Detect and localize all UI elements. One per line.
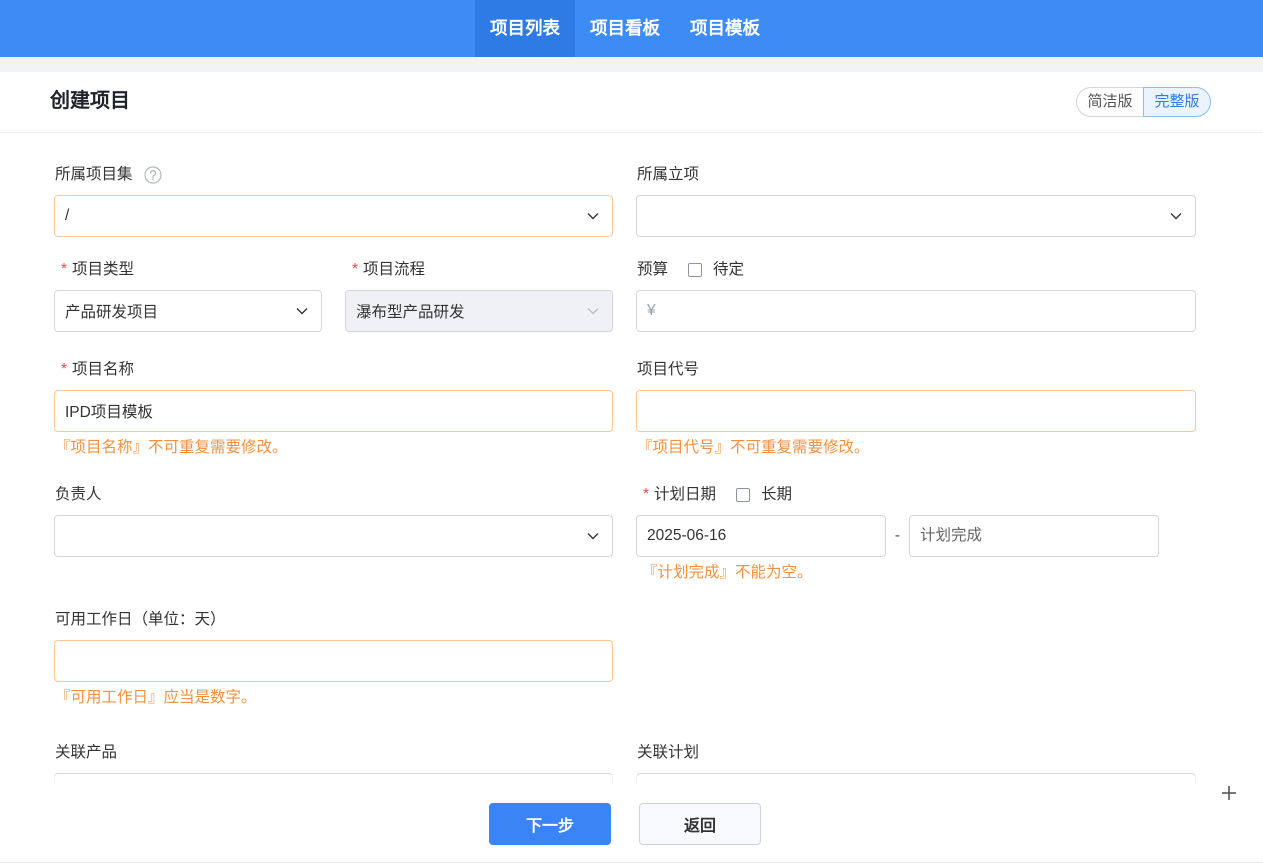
plan-dates-label-row: * 计划日期 长期 <box>636 486 1159 504</box>
field-owner: 负责人 <box>54 486 613 557</box>
budget-input-group: ¥ <box>636 290 1196 332</box>
project-name-input[interactable] <box>54 390 613 432</box>
question-circle-icon <box>143 166 162 184</box>
charter-select[interactable] <box>636 195 1196 237</box>
field-charter: 所属立项 <box>636 166 1196 237</box>
chevron-down-icon <box>1170 213 1182 220</box>
workflow-value: 瀑布型产品研发 <box>356 304 465 321</box>
budget-label: 预算 <box>637 261 669 278</box>
program-label-row: 所属项目集 <box>54 166 613 184</box>
field-plan-dates: * 计划日期 长期 - 『计划完成』不能为空。 <box>636 486 1159 582</box>
field-program: 所属项目集 / <box>54 166 613 237</box>
program-label: 所属项目集 <box>55 166 133 183</box>
page-title: 创建项目 <box>50 90 130 112</box>
workdays-error: 『可用工作日』应当是数字。 <box>55 689 257 706</box>
charter-label: 所属立项 <box>637 166 700 183</box>
plan-dates-error: 『计划完成』不能为空。 <box>642 564 813 581</box>
workdays-label: 可用工作日（单位：天） <box>55 611 226 628</box>
plus-icon-glyph <box>1222 786 1236 800</box>
field-project-code: 项目代号 『项目代号』不可重复需要修改。 <box>636 361 1196 457</box>
card-header: 创建项目 简洁版 完整版 <box>0 72 1263 133</box>
code-label-row: 项目代号 <box>636 361 1196 379</box>
plus-icon[interactable] <box>1220 784 1238 802</box>
project-code-input[interactable] <box>636 390 1196 432</box>
field-workflow: * 项目流程 瀑布型产品研发 <box>345 261 613 332</box>
code-label: 项目代号 <box>637 361 700 378</box>
footer-divider <box>0 862 1263 863</box>
mode-toggle: 简洁版 完整版 <box>1076 87 1211 117</box>
next-step-button[interactable]: 下一步 <box>489 803 611 845</box>
project-code-error: 『项目代号』不可重复需要修改。 <box>637 439 870 456</box>
date-range: - <box>636 515 1159 557</box>
begin-date-input[interactable] <box>636 515 886 557</box>
budget-tbd-label: 待定 <box>713 261 745 278</box>
field-budget: 预算 待定 ¥ <box>636 261 1196 332</box>
date-separator: - <box>894 527 901 544</box>
workdays-input[interactable] <box>54 640 613 682</box>
field-project-type: * 项目类型 产品研发项目 <box>54 261 322 332</box>
required-mark: * <box>352 261 359 278</box>
tab-project-board[interactable]: 项目看板 <box>575 0 675 57</box>
back-button[interactable]: 返回 <box>639 803 761 845</box>
budget-input[interactable] <box>663 292 1185 330</box>
owner-label-row: 负责人 <box>54 486 613 504</box>
field-project-name: * 项目名称 『项目名称』不可重复需要修改。 <box>54 361 613 457</box>
create-project-card: 创建项目 简洁版 完整版 所属项目集 / 所属立项 * 项目类型 产品研发项目 … <box>0 72 1263 865</box>
help-icon[interactable] <box>143 166 162 184</box>
workflow-select[interactable]: 瀑布型产品研发 <box>345 290 613 332</box>
required-mark: * <box>643 486 650 503</box>
chevron-down-icon <box>587 308 599 315</box>
field-workdays: 可用工作日（单位：天） 『可用工作日』应当是数字。 <box>54 611 613 707</box>
tab-project-list[interactable]: 项目列表 <box>475 0 575 57</box>
chevron-down-icon <box>296 308 308 315</box>
program-select-value: / <box>65 207 70 224</box>
required-mark: * <box>61 261 68 278</box>
type-label-row: * 项目类型 <box>54 261 322 279</box>
required-mark: * <box>61 361 68 378</box>
mode-full-button[interactable]: 完整版 <box>1143 87 1211 117</box>
chevron-down-icon <box>587 213 599 220</box>
long-term-checkbox[interactable] <box>736 488 751 502</box>
form-footer: 下一步 返回 <box>0 775 1263 865</box>
tab-project-templates[interactable]: 项目模板 <box>675 0 775 57</box>
charter-label-row: 所属立项 <box>636 166 1196 184</box>
name-label-row: * 项目名称 <box>54 361 613 379</box>
project-name-error: 『项目名称』不可重复需要修改。 <box>55 439 288 456</box>
owner-select[interactable] <box>54 515 613 557</box>
workdays-label-row: 可用工作日（单位：天） <box>54 611 613 629</box>
plan-dates-label: 计划日期 <box>654 486 717 503</box>
owner-label: 负责人 <box>55 486 102 503</box>
currency-prefix: ¥ <box>647 302 656 319</box>
name-label: 项目名称 <box>72 361 135 378</box>
project-type-value: 产品研发项目 <box>65 304 159 321</box>
workflow-label-row: * 项目流程 <box>345 261 613 279</box>
chevron-down-icon <box>587 533 599 540</box>
budget-tbd-checkbox[interactable] <box>688 263 703 277</box>
type-label: 项目类型 <box>72 261 135 278</box>
products-label-row: 关联产品 <box>54 744 613 762</box>
long-term-label: 长期 <box>761 486 793 503</box>
products-label: 关联产品 <box>55 744 118 761</box>
budget-label-row: 预算 待定 <box>636 261 1196 279</box>
plans-label: 关联计划 <box>637 744 700 761</box>
end-date-input[interactable] <box>909 515 1159 557</box>
workflow-label: 项目流程 <box>363 261 426 278</box>
plans-label-row: 关联计划 <box>636 744 1196 762</box>
mode-simple-button[interactable]: 简洁版 <box>1076 87 1143 117</box>
program-select[interactable]: / <box>54 195 613 237</box>
top-nav: 项目列表 项目看板 项目模板 <box>0 0 1263 57</box>
project-type-select[interactable]: 产品研发项目 <box>54 290 322 332</box>
